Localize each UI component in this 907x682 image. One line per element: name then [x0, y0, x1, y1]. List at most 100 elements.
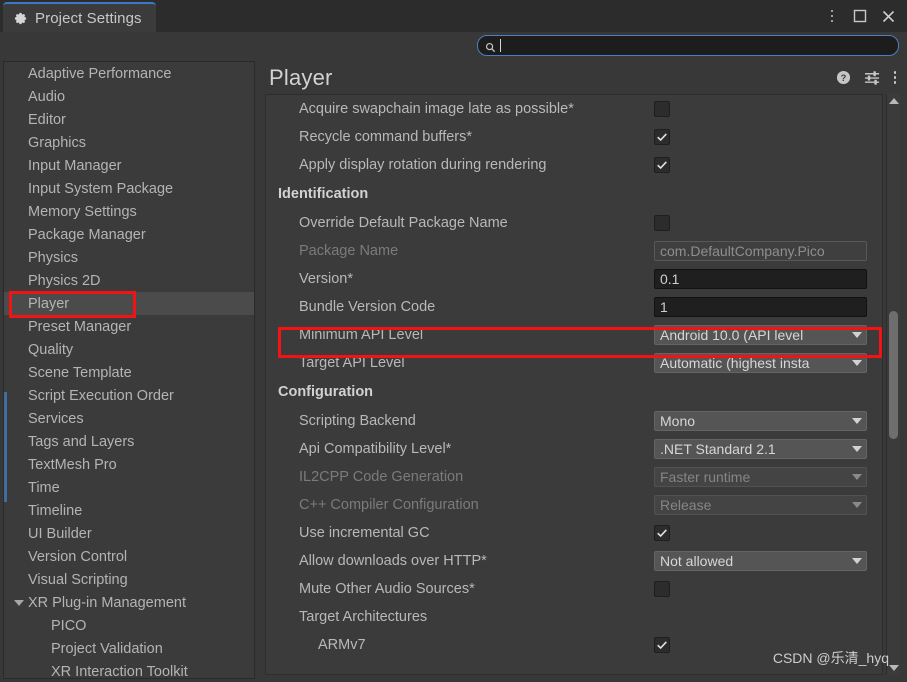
search-input[interactable]: [477, 35, 899, 56]
setting-row-allow-downloads-over-http: Allow downloads over HTTP* Not allowed: [266, 547, 882, 575]
sidebar-item-memory-settings[interactable]: Memory Settings: [4, 200, 254, 223]
setting-label: Use incremental GC: [299, 525, 430, 541]
scroll-down-arrow-icon[interactable]: [889, 665, 899, 671]
sidebar-item-label: Visual Scripting: [28, 571, 128, 588]
scroll-up-arrow-icon[interactable]: [889, 98, 899, 104]
checkbox-acquire-swapchain-image-late-as-possible[interactable]: [654, 101, 670, 117]
setting-row-package-name: Package Name com.DefaultCompany.Pico: [266, 237, 882, 265]
window-controls: [819, 2, 901, 30]
chevron-down-icon[interactable]: [14, 599, 24, 606]
input-bundle-version-code[interactable]: 1: [654, 297, 867, 317]
checkbox-mute-other-audio-sources[interactable]: [654, 581, 670, 597]
sidebar-item-xr-plug-in-management[interactable]: XR Plug-in Management: [4, 591, 254, 614]
dropdown-api-compatibility-level[interactable]: .NET Standard 2.1: [654, 439, 867, 459]
sidebar-item-services[interactable]: Services: [4, 407, 254, 430]
tab-project-settings[interactable]: Project Settings: [3, 2, 156, 32]
project-settings-window: Project Settings Adaptive Performance Au…: [0, 0, 907, 682]
sidebar-item-label: Scene Template: [28, 364, 132, 381]
setting-field: [654, 215, 670, 231]
sidebar-item-preset-manager[interactable]: Preset Manager: [4, 315, 254, 338]
setting-field: [654, 581, 670, 597]
sidebar-item-player[interactable]: Player: [4, 292, 254, 315]
setting-label: Target Architectures: [299, 609, 428, 625]
settings-rows: Acquire swapchain image late as possible…: [266, 95, 882, 659]
setting-row-version: Version* 0.1: [266, 265, 882, 293]
chevron-down-icon: [852, 474, 862, 480]
sidebar-item-physics-2d[interactable]: Physics 2D: [4, 269, 254, 292]
setting-label: ARMv7: [318, 637, 366, 653]
dropdown-target-api-level[interactable]: Automatic (highest insta: [654, 353, 867, 373]
setting-field: 1: [654, 297, 867, 317]
sidebar-item-ui-builder[interactable]: UI Builder: [4, 522, 254, 545]
setting-field: 0.1: [654, 269, 867, 289]
sidebar-item-input-manager[interactable]: Input Manager: [4, 154, 254, 177]
setting-field: Release: [654, 495, 867, 515]
page-title: Player: [269, 64, 333, 90]
setting-field: Android 10.0 (API level: [654, 325, 867, 345]
window-menu-button[interactable]: [819, 3, 845, 29]
setting-row-apply-display-rotation-during-rendering: Apply display rotation during rendering: [266, 151, 882, 179]
sidebar-item-label: Input Manager: [28, 157, 122, 174]
sidebar-item-input-system-package[interactable]: Input System Package: [4, 177, 254, 200]
sidebar-item-timeline[interactable]: Timeline: [4, 499, 254, 522]
close-icon: [882, 10, 894, 22]
sidebar-item-label: PICO: [51, 617, 87, 634]
sidebar-item-version-control[interactable]: Version Control: [4, 545, 254, 568]
chevron-down-icon: [852, 558, 862, 564]
dropdown-minimum-api-level[interactable]: Android 10.0 (API level: [654, 325, 867, 345]
sidebar-item-label: Preset Manager: [28, 318, 132, 335]
setting-row-il2cpp-code-generation: IL2CPP Code Generation Faster runtime: [266, 463, 882, 491]
checkbox-recycle-command-buffers[interactable]: [654, 129, 670, 145]
sidebar-item-pico[interactable]: PICO: [4, 614, 254, 637]
sidebar-item-package-manager[interactable]: Package Manager: [4, 223, 254, 246]
setting-label: Allow downloads over HTTP*: [299, 553, 487, 569]
scrollbar-thumb[interactable]: [889, 311, 898, 439]
sidebar-item-label: Time: [28, 479, 60, 496]
sidebar-item-physics[interactable]: Physics: [4, 246, 254, 269]
panel-menu-icon[interactable]: [893, 65, 896, 91]
settings-scroll-body: Acquire swapchain image late as possible…: [265, 94, 883, 675]
sidebar-item-scene-template[interactable]: Scene Template: [4, 361, 254, 384]
setting-label: Package Name: [299, 243, 399, 259]
setting-row-api-compatibility-level: Api Compatibility Level* .NET Standard 2.…: [266, 435, 882, 463]
preset-icon[interactable]: [864, 70, 881, 85]
sidebar-item-project-validation[interactable]: Project Validation: [4, 637, 254, 660]
section-header-configuration: Configuration: [278, 384, 374, 400]
checkbox-apply-display-rotation-during-rendering[interactable]: [654, 157, 670, 173]
sidebar-item-script-execution-order[interactable]: Script Execution Order: [4, 384, 254, 407]
dropdown-c++-compiler-configuration: Release: [654, 495, 867, 515]
sidebar-item-xr-interaction-toolkit[interactable]: XR Interaction Toolkit: [4, 660, 254, 679]
sidebar-item-label: Memory Settings: [28, 203, 137, 220]
text-caret: [500, 39, 501, 52]
sidebar-item-label: Physics 2D: [28, 272, 101, 289]
sidebar-item-textmesh-pro[interactable]: TextMesh Pro: [4, 453, 254, 476]
panel-kebab-icon: [893, 71, 896, 84]
chevron-down-icon: [852, 502, 862, 508]
checkbox-armv7[interactable]: [654, 637, 670, 653]
sidebar-item-label: Quality: [28, 341, 74, 358]
input-version[interactable]: 0.1: [654, 269, 867, 289]
sidebar-item-label: UI Builder: [28, 525, 92, 542]
setting-field: [654, 101, 670, 117]
checkbox-override-default-package-name[interactable]: [654, 215, 670, 231]
sidebar-item-editor[interactable]: Editor: [4, 108, 254, 131]
sidebar-item-audio[interactable]: Audio: [4, 85, 254, 108]
setting-label: Version*: [299, 271, 354, 287]
help-icon[interactable]: ?: [836, 70, 851, 85]
sidebar-item-tags-and-layers[interactable]: Tags and Layers: [4, 430, 254, 453]
vertical-scrollbar[interactable]: [886, 94, 900, 675]
sidebar-item-adaptive-performance[interactable]: Adaptive Performance: [4, 62, 254, 85]
window-maximize-button[interactable]: [847, 3, 873, 29]
setting-label: Minimum API Level: [299, 327, 424, 343]
checkbox-use-incremental-gc[interactable]: [654, 525, 670, 541]
settings-sidebar[interactable]: Adaptive Performance Audio Editor Graphics I…: [3, 61, 255, 679]
sidebar-item-time[interactable]: Time: [4, 476, 254, 499]
sidebar-item-graphics[interactable]: Graphics: [4, 131, 254, 154]
dropdown-allow-downloads-over-http[interactable]: Not allowed: [654, 551, 867, 571]
dropdown-scripting-backend[interactable]: Mono: [654, 411, 867, 431]
window-close-button[interactable]: [875, 3, 901, 29]
setting-row-target-api-level: Target API Level Automatic (highest insta: [266, 349, 882, 377]
sidebar-item-label: TextMesh Pro: [28, 456, 117, 473]
sidebar-item-quality[interactable]: Quality: [4, 338, 254, 361]
sidebar-item-visual-scripting[interactable]: Visual Scripting: [4, 568, 254, 591]
